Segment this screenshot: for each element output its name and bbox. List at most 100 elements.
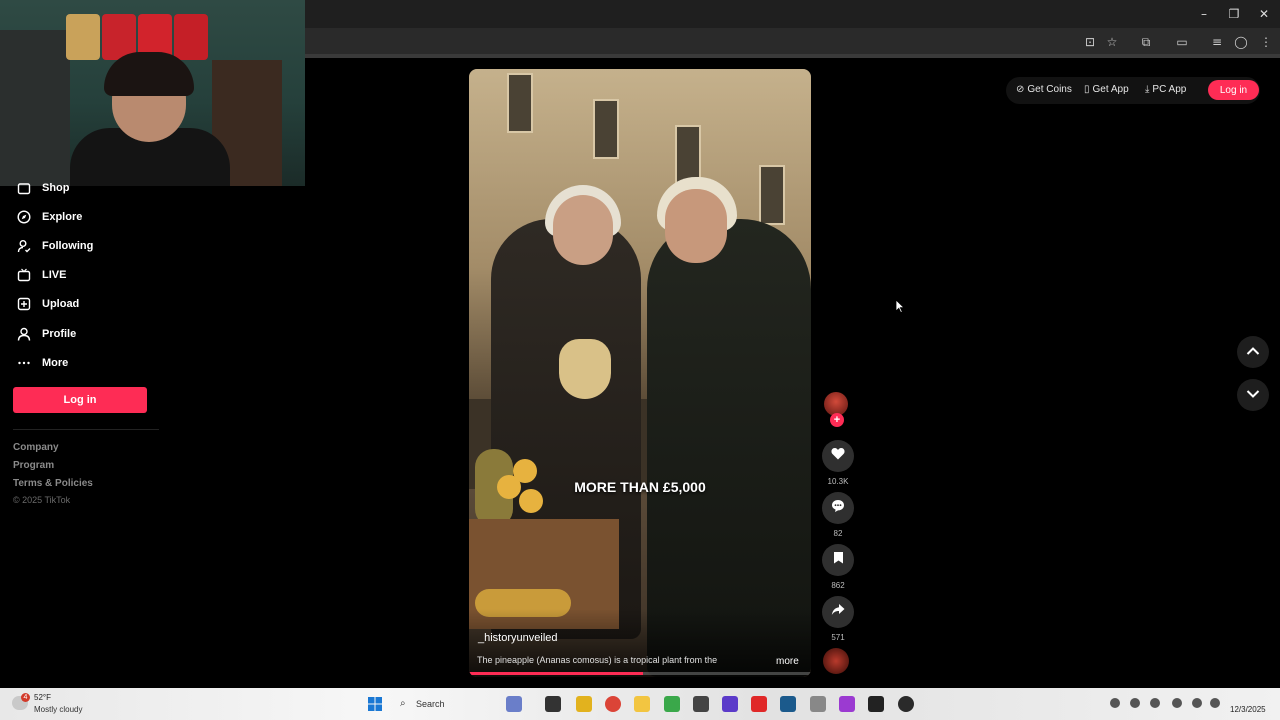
restore-icon[interactable]: ❐ [1226,6,1242,22]
chevron-up-icon [1246,343,1260,361]
sidebar-item-upload[interactable]: Upload [14,292,79,316]
share-icon [831,603,845,621]
tray-icon[interactable] [1110,698,1120,708]
sidebar-item-label: Explore [42,211,83,223]
video-scene-window [593,99,619,159]
taskbar-app-icon[interactable] [664,696,680,712]
tray-icon[interactable] [1150,698,1160,708]
coin-icon: ⊘ [1016,84,1025,95]
reading-list-icon[interactable]: ≡ [1209,34,1225,50]
volume-icon[interactable] [1210,698,1220,708]
install-app-icon[interactable]: ⊡ [1082,34,1098,50]
sidebar-item-live[interactable]: LIVE [14,263,66,287]
sidebar-item-shop[interactable]: Shop [14,176,70,200]
taskbar-app-icon[interactable] [693,696,709,712]
pc-app-label: PC App [1152,84,1187,95]
weather-temperature[interactable]: 52°F [34,693,51,702]
top-login-button[interactable]: Log in [1208,80,1259,100]
youtube-icon[interactable] [751,696,767,712]
taskbar-app-icon[interactable] [868,696,884,712]
video-caption-overlay: MORE THAN £5,000 [574,479,706,495]
sidebar-item-explore[interactable]: Explore [14,205,82,229]
sidebar-item-label: More [42,357,69,369]
footer-link-program[interactable]: Program [13,460,54,471]
sidebar-item-label: Following [42,240,94,252]
bookmark-star-icon[interactable]: ☆ [1104,34,1120,50]
chrome-icon[interactable] [605,696,621,712]
chevron-down-icon [1246,386,1260,404]
get-app-label: Get App [1092,84,1129,95]
copyright-text: © 2025 TikTok [13,495,71,505]
taskbar-search-icon[interactable]: ⌕ [400,698,406,709]
next-video-button[interactable] [1237,379,1269,411]
browser-menu-icon[interactable]: ⋮ [1258,34,1274,50]
minimize-icon[interactable]: – [1196,6,1212,22]
taskbar-app-icon[interactable] [839,696,855,712]
taskbar-app-icon[interactable] [810,696,826,712]
account-icon[interactable]: ◯ [1233,34,1249,50]
share-button[interactable] [822,596,854,628]
taskbar-app-icon[interactable] [722,696,738,712]
upload-icon [14,294,34,314]
sidebar-item-profile[interactable]: Profile [14,322,76,346]
taskbar-app-icon[interactable] [506,696,522,712]
get-app-link[interactable]: ▯ Get App [1084,84,1129,95]
taskbar-app-icon[interactable] [898,696,914,712]
wall-shirt [174,14,208,60]
video-scene-face [553,195,613,265]
file-explorer-icon[interactable] [634,696,650,712]
close-icon[interactable]: ✕ [1256,6,1272,22]
toolbar-divider [305,54,1280,58]
wifi-icon[interactable] [1192,698,1202,708]
sidebar-login-button[interactable]: Log in [13,387,147,413]
phone-icon: ▯ [1084,84,1090,95]
sidebar-item-following[interactable]: Following [14,234,93,258]
save-button[interactable] [822,544,854,576]
wall-shirt [66,14,100,60]
profile-icon [14,324,34,344]
download-icon: ⤓ [1145,84,1150,95]
get-coins-link[interactable]: ⊘ Get Coins [1016,84,1072,95]
taskbar-search-input[interactable]: Search [416,699,445,709]
save-count: 862 [831,581,845,590]
follow-plus-icon[interactable]: + [830,413,844,427]
more-icon [14,353,34,373]
video-scene-pouch [559,339,611,399]
video-player[interactable]: MORE THAN £5,000 _historyunveiled The pi… [469,69,811,677]
sidebar-item-label: LIVE [42,269,67,281]
taskbar-date[interactable]: 12/3/2025 [1230,705,1266,714]
windows-start-icon[interactable] [368,697,382,711]
taskbar-app-icon[interactable] [545,696,561,712]
share-count: 571 [831,633,845,642]
steam-icon[interactable] [780,696,796,712]
compass-icon [14,207,34,227]
video-progress-fill [469,672,644,675]
footer-link-company[interactable]: Company [13,442,59,453]
cast-icon[interactable]: ▭ [1174,34,1190,50]
video-scene-window [675,125,701,185]
video-description: The pineapple (Ananas comosus) is a trop… [477,655,718,665]
weather-condition[interactable]: Mostly cloudy [34,705,82,714]
video-progress-bar[interactable] [469,672,811,675]
get-coins-label: Get Coins [1027,84,1072,95]
following-icon [14,236,34,256]
sidebar-item-more[interactable]: More [14,351,68,375]
comment-button[interactable] [822,492,854,524]
previous-video-button[interactable] [1237,336,1269,368]
extensions-icon[interactable]: ⧉ [1138,34,1154,50]
heart-icon [831,447,845,465]
footer-link-terms[interactable]: Terms & Policies [13,478,93,489]
tray-icon[interactable] [1172,698,1182,708]
pc-app-link[interactable]: ⤓ PC App [1145,84,1186,95]
video-author-link[interactable]: _historyunveiled [478,632,558,644]
sidebar-item-label: Profile [42,328,77,340]
taskbar-app-icon[interactable] [576,696,592,712]
like-button[interactable] [822,440,854,472]
tray-icon[interactable] [1130,698,1140,708]
bookmark-icon [833,551,844,569]
video-scene-face [665,189,727,263]
music-disc-icon[interactable] [823,648,849,674]
video-more-link[interactable]: more [776,656,799,667]
comment-count: 82 [833,529,843,538]
live-icon [14,265,34,285]
